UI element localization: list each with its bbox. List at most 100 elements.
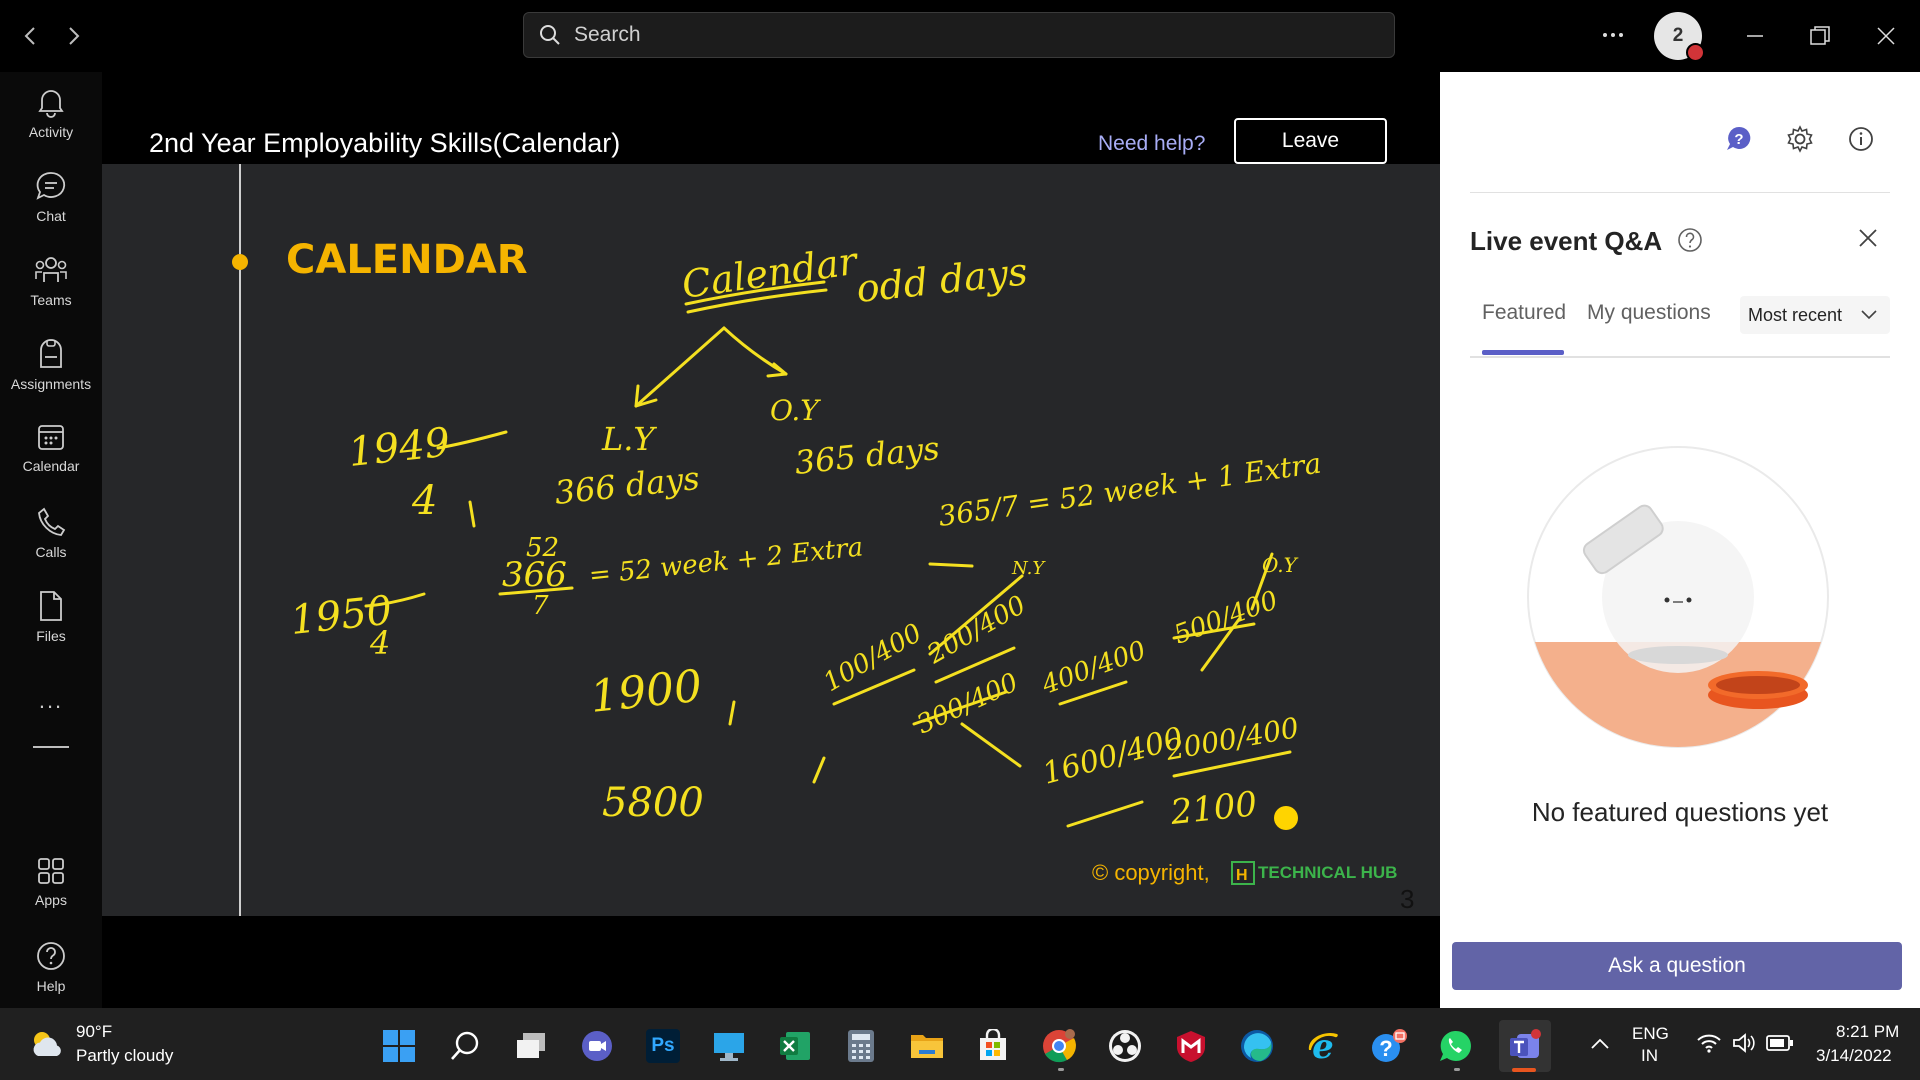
info-icon — [1849, 127, 1873, 151]
rail-item-teams[interactable]: Teams — [0, 254, 102, 330]
handwriting-eq1-den: 7 — [532, 591, 549, 621]
edge-icon — [1241, 1030, 1273, 1062]
rail-label: Apps — [35, 892, 67, 908]
more-apps-button[interactable]: ... — [0, 688, 102, 714]
handwriting-oy: O.Y — [770, 394, 821, 427]
clock-date[interactable]: 3/14/2022 — [1816, 1046, 1892, 1066]
need-help-link[interactable]: Need help? — [1098, 132, 1205, 156]
sort-dropdown[interactable]: Most recent — [1740, 296, 1890, 334]
task-view-icon — [517, 1033, 545, 1058]
rail-item-help[interactable]: Help — [0, 940, 102, 1016]
rail-label: Teams — [30, 292, 72, 308]
chat-help-icon: ? — [1727, 126, 1751, 150]
close-window-button[interactable] — [1863, 14, 1909, 58]
chevron-down-icon — [1861, 310, 1877, 320]
wifi-status[interactable] — [1696, 1032, 1722, 1054]
remote-desktop-icon — [714, 1033, 744, 1061]
search-input[interactable] — [572, 22, 1356, 48]
empty-state-illustration — [1526, 445, 1830, 749]
chrome-running-indicator — [1058, 1068, 1064, 1071]
rail-item-files[interactable]: Files — [0, 590, 102, 666]
qa-title-help-button[interactable] — [1676, 226, 1704, 254]
taskbar-start-button[interactable] — [377, 1024, 421, 1068]
speaker-icon — [1733, 1033, 1755, 1053]
avatar-initial: 2 — [1672, 25, 1684, 46]
input-language-region: IN — [1641, 1046, 1658, 1065]
handwriting-eq2: 365/7 = 52 week + 1 Extra — [936, 447, 1323, 533]
taskbar-search-button[interactable] — [443, 1024, 487, 1068]
photoshop-icon: Ps — [646, 1029, 680, 1063]
rail-label: Help — [36, 978, 66, 994]
taskbar-chrome-button[interactable] — [1037, 1024, 1081, 1068]
taskbar-obs-button[interactable] — [1103, 1024, 1147, 1068]
back-button[interactable] — [12, 18, 48, 54]
calculator-icon — [848, 1030, 874, 1062]
search-bar[interactable] — [523, 12, 1395, 58]
more-options-button[interactable] — [1600, 22, 1626, 48]
chevron-left-icon — [24, 27, 35, 45]
assignments-icon — [40, 339, 62, 368]
taskbar-task-view-button[interactable] — [509, 1024, 553, 1068]
battery-status[interactable] — [1766, 1034, 1794, 1052]
restore-button[interactable] — [1797, 14, 1843, 58]
show-hidden-icons-button[interactable] — [1588, 1034, 1612, 1054]
slide-brand: TECHNICAL HUB — [1258, 863, 1397, 882]
taskbar-teams-button[interactable] — [1499, 1020, 1551, 1072]
avatar[interactable]: 2 — [1654, 12, 1705, 62]
help-icon — [37, 942, 65, 970]
tab-featured[interactable]: Featured — [1482, 301, 1566, 325]
handwriting-ny: N.Y — [1011, 558, 1046, 579]
weather-widget[interactable] — [26, 1024, 66, 1064]
rail-item-chat[interactable]: Chat — [0, 170, 102, 246]
handwriting-1949: 1949 — [346, 420, 452, 476]
qa-info-button[interactable] — [1844, 122, 1878, 156]
presentation-slide: CALENDAR Calendar odd days L.Y O.Y 366 d… — [102, 164, 1440, 916]
handwriting-odd-days: odd days — [854, 249, 1029, 311]
taskbar-photoshop-button[interactable]: Ps — [641, 1024, 685, 1068]
tab-my-questions[interactable]: My questions — [1587, 301, 1711, 325]
input-language-code[interactable]: ENG — [1632, 1024, 1669, 1044]
leave-button[interactable]: Leave — [1234, 118, 1387, 164]
qa-title: Live event Q&A — [1470, 226, 1663, 256]
minimize-button[interactable] — [1732, 14, 1778, 58]
taskbar-calculator-button[interactable] — [839, 1024, 883, 1068]
qa-help-button[interactable]: ? — [1722, 122, 1756, 156]
taskbar-internet-explorer-button[interactable]: e — [1301, 1024, 1345, 1068]
teams-icon — [35, 257, 67, 282]
rail-label: Assignments — [10, 376, 92, 392]
presence-busy-icon — [1686, 43, 1705, 62]
handwriting-200: 200/400 — [922, 590, 1031, 670]
wifi-icon — [1697, 1034, 1721, 1053]
rail-item-apps[interactable]: Apps — [0, 856, 102, 932]
taskbar-excel-button[interactable] — [773, 1024, 817, 1068]
taskbar-help-button[interactable]: ? — [1367, 1024, 1411, 1068]
forward-button[interactable] — [56, 18, 92, 54]
qa-close-button[interactable] — [1854, 224, 1882, 252]
rail-item-calendar[interactable]: Calendar — [0, 422, 102, 498]
taskbar-edge-button[interactable] — [1235, 1024, 1279, 1068]
rail-item-activity[interactable]: Activity — [0, 86, 102, 162]
rail-item-calls[interactable]: Calls — [0, 506, 102, 582]
qa-settings-button[interactable] — [1783, 122, 1817, 156]
apps-icon — [38, 858, 64, 884]
taskbar-mcafee-button[interactable] — [1169, 1024, 1213, 1068]
internet-explorer-icon: e — [1308, 1028, 1338, 1064]
qa-panel: ? Live event Q&A Featured My questions M… — [1440, 72, 1920, 1008]
taskbar-meet-button[interactable] — [575, 1024, 619, 1068]
volume-control[interactable] — [1731, 1032, 1757, 1054]
rail-item-assignments[interactable]: Assignments — [0, 338, 102, 414]
minimize-icon — [1747, 35, 1763, 37]
taskbar-whatsapp-button[interactable] — [1433, 1024, 1477, 1068]
tab-baseline — [1470, 356, 1890, 358]
ask-question-button[interactable]: Ask a question — [1452, 942, 1902, 990]
taskbar-remote-desktop-button[interactable] — [707, 1024, 751, 1068]
taskbar-file-explorer-button[interactable] — [905, 1024, 949, 1068]
handwriting-ly-days: 366 days — [553, 459, 701, 512]
timeline-dot — [232, 254, 248, 270]
rail-divider — [33, 746, 69, 748]
chevron-up-icon — [1591, 1038, 1609, 1049]
stage-footer — [102, 916, 1440, 1008]
taskbar-store-button[interactable] — [971, 1024, 1015, 1068]
tab-active-indicator — [1482, 350, 1564, 355]
clock-time[interactable]: 8:21 PM — [1836, 1022, 1899, 1042]
